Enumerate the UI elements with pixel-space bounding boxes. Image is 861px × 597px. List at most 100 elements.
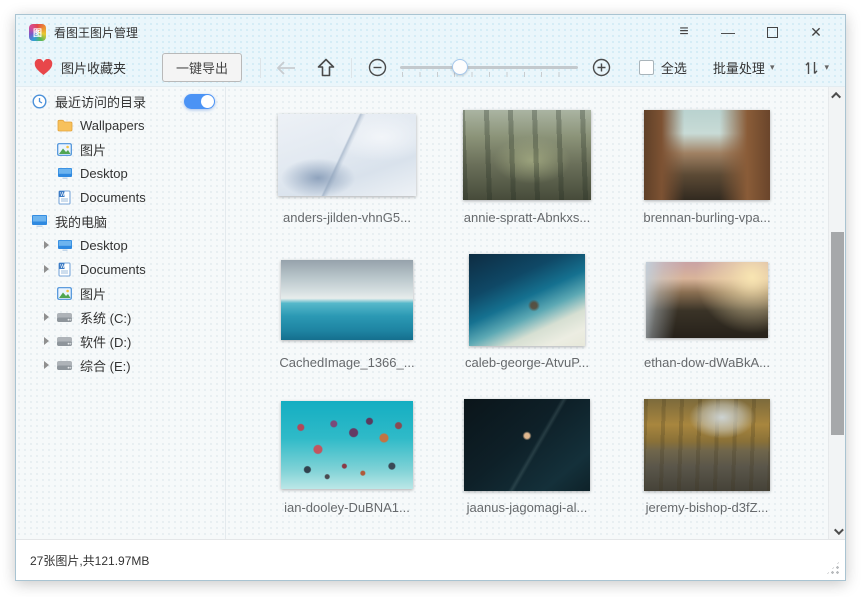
sort-dropdown[interactable]: ▾ [804,60,829,76]
image-grid-panel: anders-jilden-vhnG5... annie-spratt-Abnk… [226,87,845,539]
zoom-in-button[interactable] [588,55,614,81]
title-bar: 图 看图王图片管理 ≡ — ✕ [16,15,845,49]
vertical-scrollbar[interactable] [828,87,845,539]
sidebar-item-label: 图片 [80,140,106,159]
image-item[interactable]: brennan-burling-vpa... [637,109,777,225]
sidebar-item-desktop-computer[interactable]: Desktop [16,233,225,257]
zoom-slider-track[interactable] [400,66,578,69]
resize-grip[interactable] [826,561,840,575]
chevron-down-icon[interactable]: ▾ [770,62,775,73]
export-button[interactable]: 一键导出 [162,53,242,82]
chevron-down-icon [834,525,844,535]
svg-text:W: W [60,191,65,197]
sidebar: 最近访问的目录 Wallpapers 图片 [16,87,226,539]
app-title: 看图王图片管理 [54,24,138,41]
zoom-slider-ticks [402,72,576,77]
app-window: 图 看图王图片管理 ≡ — ✕ 图片收藏夹 一键导出 [15,14,846,581]
sidebar-item-drive-e[interactable]: 综合 (E:) [16,353,225,377]
scrollbar-thumb[interactable] [831,232,844,435]
thumbnail-image[interactable] [469,254,585,346]
drive-icon [56,310,73,325]
computer-icon [31,214,48,229]
image-filename: ian-dooley-DuBNA1... [277,500,417,515]
expand-arrow-icon[interactable] [44,241,49,249]
image-item[interactable]: jeremy-bishop-d3fZ... [637,399,777,515]
clock-icon [31,94,48,109]
thumbnail-grid: anders-jilden-vhnG5... annie-spratt-Abnk… [226,87,828,539]
monitor-icon [56,166,73,181]
select-all-label[interactable]: 全选 [661,58,687,77]
sidebar-item-label: 图片 [80,284,106,303]
minimize-button[interactable]: — [713,20,743,44]
expand-arrow-icon[interactable] [44,313,49,321]
maximize-icon [767,27,778,38]
thumbnail-image[interactable] [464,399,590,491]
sidebar-item-label: Documents [80,262,146,277]
sidebar-item-recent-directories[interactable]: 最近访问的目录 [16,89,225,113]
image-item[interactable]: jaanus-jagomagi-al... [457,399,597,515]
expand-arrow-icon[interactable] [44,361,49,369]
sidebar-item-drive-d[interactable]: 软件 (D:) [16,329,225,353]
image-filename: jeremy-bishop-d3fZ... [637,500,777,515]
favorites-label[interactable]: 图片收藏夹 [61,58,126,77]
zoom-slider-handle[interactable] [452,59,468,75]
maximize-button[interactable] [757,20,787,44]
sidebar-item-my-computer[interactable]: 我的电脑 [16,209,225,233]
scroll-down-button[interactable] [829,523,845,539]
image-item[interactable]: annie-spratt-Abnkxs... [457,109,597,225]
sidebar-item-label: 系统 (C:) [80,308,131,327]
toolbar: 图片收藏夹 一键导出 全选 [16,49,845,87]
sidebar-item-drive-c[interactable]: 系统 (C:) [16,305,225,329]
image-filename: annie-spratt-Abnkxs... [457,210,597,225]
thumbnail-image[interactable] [646,262,768,338]
toolbar-divider [260,58,261,78]
scroll-up-button[interactable] [829,87,845,103]
status-summary: 27张图片,共121.97MB [30,552,149,569]
drive-icon [56,358,73,373]
sidebar-item-desktop-recent[interactable]: Desktop [16,161,225,185]
picture-icon [56,286,73,301]
expand-arrow-icon[interactable] [44,265,49,273]
main-body: 最近访问的目录 Wallpapers 图片 [16,87,845,539]
home-up-button[interactable] [313,55,339,81]
image-item[interactable]: caleb-george-AtvuP... [457,254,597,370]
image-item[interactable]: ian-dooley-DuBNA1... [277,399,417,515]
sidebar-item-pictures-recent[interactable]: 图片 [16,137,225,161]
menu-button[interactable]: ≡ [669,20,699,44]
zoom-slider[interactable] [400,55,578,81]
image-item[interactable]: CachedImage_1366_... [277,254,417,370]
thumbnail-image[interactable] [644,110,770,200]
image-filename: brennan-burling-vpa... [637,210,777,225]
back-button[interactable] [273,55,299,81]
sidebar-item-wallpapers[interactable]: Wallpapers [16,113,225,137]
status-bar: 27张图片,共121.97MB [16,539,845,580]
zoom-out-button[interactable] [364,55,390,81]
thumbnail-image[interactable] [463,110,591,200]
thumbnail-image[interactable] [278,114,416,196]
sidebar-item-documents-recent[interactable]: W Documents [16,185,225,209]
sidebar-item-label: 软件 (D:) [80,332,131,351]
toggle-knob [201,95,214,108]
thumbnail-image[interactable] [281,260,413,340]
batch-process-dropdown[interactable]: 批量处理 [713,58,765,77]
thumbnail-image[interactable] [281,401,413,489]
expand-arrow-icon[interactable] [44,337,49,345]
close-button[interactable]: ✕ [801,20,831,44]
document-icon: W [56,262,73,277]
sidebar-item-label: 最近访问的目录 [55,92,146,111]
select-all-checkbox[interactable] [639,60,654,75]
toolbar-right-group: 全选 批量处理 ▾ ▾ [639,58,829,77]
drive-icon [56,334,73,349]
thumbnail-image[interactable] [644,399,770,491]
folder-icon [56,118,73,133]
sidebar-item-label: Desktop [80,166,128,181]
image-item[interactable]: ethan-dow-dWaBkA... [637,254,777,370]
sidebar-item-pictures-computer[interactable]: 图片 [16,281,225,305]
image-filename: caleb-george-AtvuP... [457,355,597,370]
image-item[interactable]: anders-jilden-vhnG5... [277,109,417,225]
heart-icon[interactable] [34,59,53,76]
recent-toggle-switch[interactable] [184,94,215,109]
sidebar-item-documents-computer[interactable]: W Documents [16,257,225,281]
window-controls: ≡ — ✕ [669,20,831,44]
app-logo-icon: 图 [29,24,46,41]
